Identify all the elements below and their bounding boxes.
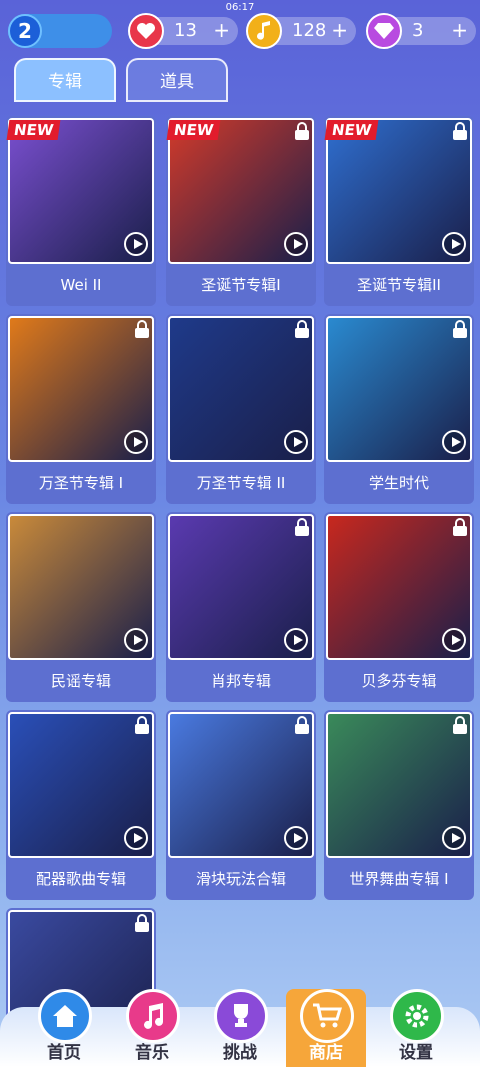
album-card[interactable]: 万圣节专辑 II — [166, 314, 316, 504]
album-title: 民谣专辑 — [50, 672, 111, 690]
music-note-icon — [246, 13, 282, 49]
album-card[interactable]: 肖邦专辑 — [166, 512, 316, 702]
play-icon[interactable] — [284, 232, 308, 256]
play-icon[interactable] — [284, 628, 308, 652]
nav-item[interactable]: 商店 — [286, 989, 366, 1067]
notes-plus-button[interactable]: + — [331, 18, 348, 42]
lock-icon — [134, 320, 150, 338]
album-card[interactable]: 世界舞曲专辑 I — [324, 710, 474, 900]
album-title: 圣诞节专辑I — [201, 276, 281, 294]
trophy-icon — [214, 989, 268, 1043]
nav-item[interactable]: 音乐 — [112, 989, 192, 1067]
play-icon[interactable] — [442, 232, 466, 256]
level-pill[interactable]: 2 — [8, 14, 112, 48]
top-bar: 2 13 + 128 + 3 + — [0, 10, 480, 50]
notes-pill[interactable]: 128 + — [246, 13, 356, 49]
lock-icon — [294, 122, 310, 140]
album-card[interactable]: 学生时代 — [324, 314, 474, 504]
play-icon[interactable] — [284, 826, 308, 850]
nav-label: 商店 — [309, 1043, 343, 1063]
album-title: 肖邦专辑 — [210, 672, 271, 690]
hearts-pill[interactable]: 13 + — [128, 13, 238, 49]
gems-pill[interactable]: 3 + — [366, 13, 476, 49]
notes-value: 128 — [292, 20, 327, 41]
nav-item[interactable]: 首页 — [24, 989, 104, 1067]
album-card[interactable]: 民谣专辑 — [6, 512, 156, 702]
album-card[interactable]: NEW Wei II — [6, 116, 156, 306]
gem-icon — [366, 13, 402, 49]
play-icon[interactable] — [442, 628, 466, 652]
album-title: 圣诞节专辑II — [357, 276, 441, 294]
album-title: 贝多芬专辑 — [361, 672, 437, 690]
new-badge: NEW — [324, 120, 379, 140]
album-card[interactable]: 配器歌曲专辑 — [6, 710, 156, 900]
play-icon[interactable] — [442, 430, 466, 454]
nav-item[interactable]: 设置 — [376, 989, 456, 1067]
album-title: 滑块玩法合辑 — [195, 870, 286, 888]
album-card[interactable]: 万圣节专辑 I — [6, 314, 156, 504]
cart-icon — [300, 989, 354, 1043]
lock-icon — [452, 320, 468, 338]
album-title: 万圣节专辑 I — [38, 474, 124, 492]
gems-value: 3 — [412, 20, 424, 41]
album-card[interactable]: NEW 圣诞节专辑I — [166, 116, 316, 306]
nav-item[interactable]: 挑战 — [200, 989, 280, 1067]
lock-icon — [452, 716, 468, 734]
lock-icon — [452, 518, 468, 536]
album-card[interactable]: 滑块玩法合辑 — [166, 710, 316, 900]
nav-label: 音乐 — [135, 1043, 169, 1063]
gems-plus-button[interactable]: + — [451, 18, 468, 42]
play-icon[interactable] — [124, 232, 148, 256]
bottom-nav: 首页 音乐 挑战 商店 设置 — [0, 989, 480, 1067]
home-icon — [38, 989, 92, 1043]
album-card[interactable]: 贝多芬专辑 — [324, 512, 474, 702]
album-title: 配器歌曲专辑 — [35, 870, 126, 888]
lock-icon — [294, 518, 310, 536]
album-title: 世界舞曲专辑 I — [349, 870, 449, 888]
tab-items[interactable]: 道具 — [126, 58, 228, 102]
hearts-value: 13 — [174, 20, 197, 41]
lock-icon — [134, 914, 150, 932]
tab-albums[interactable]: 专辑 — [14, 58, 116, 102]
new-badge: NEW — [166, 120, 221, 140]
play-icon[interactable] — [124, 826, 148, 850]
play-icon[interactable] — [442, 826, 466, 850]
gear-icon — [390, 989, 444, 1043]
play-icon[interactable] — [124, 430, 148, 454]
play-icon[interactable] — [284, 430, 308, 454]
level-badge: 2 — [8, 14, 42, 48]
lock-icon — [452, 122, 468, 140]
nav-label: 挑战 — [223, 1043, 257, 1063]
nav-label: 设置 — [399, 1043, 433, 1063]
album-title: 万圣节专辑 II — [196, 474, 286, 492]
heart-icon — [128, 13, 164, 49]
new-badge: NEW — [6, 120, 61, 140]
lock-icon — [294, 320, 310, 338]
hearts-plus-button[interactable]: + — [213, 18, 230, 42]
album-card[interactable]: NEW 圣诞节专辑II — [324, 116, 474, 306]
album-title: 学生时代 — [368, 474, 429, 492]
album-title: Wei II — [60, 276, 102, 294]
lock-icon — [134, 716, 150, 734]
lock-icon — [294, 716, 310, 734]
music-icon — [126, 989, 180, 1043]
nav-label: 首页 — [47, 1043, 81, 1063]
play-icon[interactable] — [124, 628, 148, 652]
